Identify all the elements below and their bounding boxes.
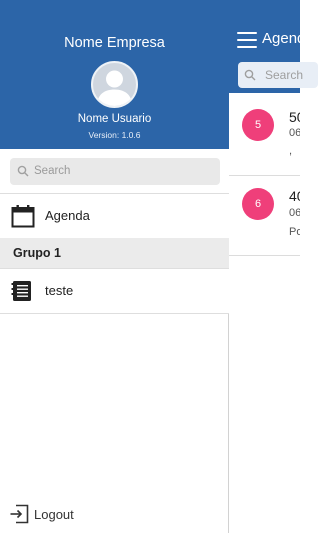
menu-item-teste[interactable]: teste: [0, 269, 229, 314]
user-name: Nome Usuario: [77, 113, 152, 125]
logout-icon: [10, 504, 29, 524]
main-search-input[interactable]: Search: [238, 62, 318, 88]
appointment-title: 40: [289, 188, 300, 204]
appointment-subtitle: 06: [289, 207, 300, 219]
company-name: Nome Empresa: [64, 35, 165, 51]
appointment-title: 50: [289, 109, 300, 125]
group-header: Grupo 1: [0, 238, 229, 269]
appointment-badge: 5: [242, 109, 274, 141]
appointment-extra: Po: [289, 226, 300, 238]
drawer-search-input[interactable]: Search: [10, 158, 220, 185]
hamburger-menu-icon[interactable]: [237, 32, 257, 48]
appointment-subtitle: 06: [289, 127, 300, 139]
drawer-search-bar: Search: [0, 149, 229, 194]
logout-button[interactable]: Logout: [0, 498, 229, 533]
app-version: Version: 1.0.6: [88, 130, 141, 140]
navigation-drawer: Nome Empresa Nome Usuario Version: 1.0.6…: [0, 0, 229, 533]
group-label: Grupo 1: [13, 246, 61, 260]
menu-item-label: Agenda: [45, 208, 90, 223]
main-search-placeholder: Search: [265, 68, 304, 82]
search-icon: [244, 69, 256, 81]
appointment-card[interactable]: 6 40 06 Po: [229, 176, 300, 256]
drawer-search-placeholder: Search: [34, 165, 71, 177]
appointment-badge: 6: [242, 188, 274, 220]
logout-label: Logout: [34, 507, 74, 522]
appointment-card[interactable]: 5 50 06 ,: [229, 93, 300, 176]
avatar[interactable]: [91, 61, 138, 108]
menu-item-agenda[interactable]: Agenda: [0, 194, 229, 239]
main-page-title: Agenda: [262, 30, 314, 47]
menu-item-label: teste: [45, 283, 74, 298]
user-silhouette-icon: [97, 70, 132, 106]
main-app-bar: Agenda Search: [229, 0, 318, 93]
appointment-extra: ,: [289, 145, 293, 157]
document-list-icon: [11, 281, 31, 301]
drawer-header: Nome Empresa Nome Usuario Version: 1.0.6: [0, 0, 229, 149]
search-icon: [17, 165, 29, 177]
calendar-icon: [11, 205, 35, 228]
